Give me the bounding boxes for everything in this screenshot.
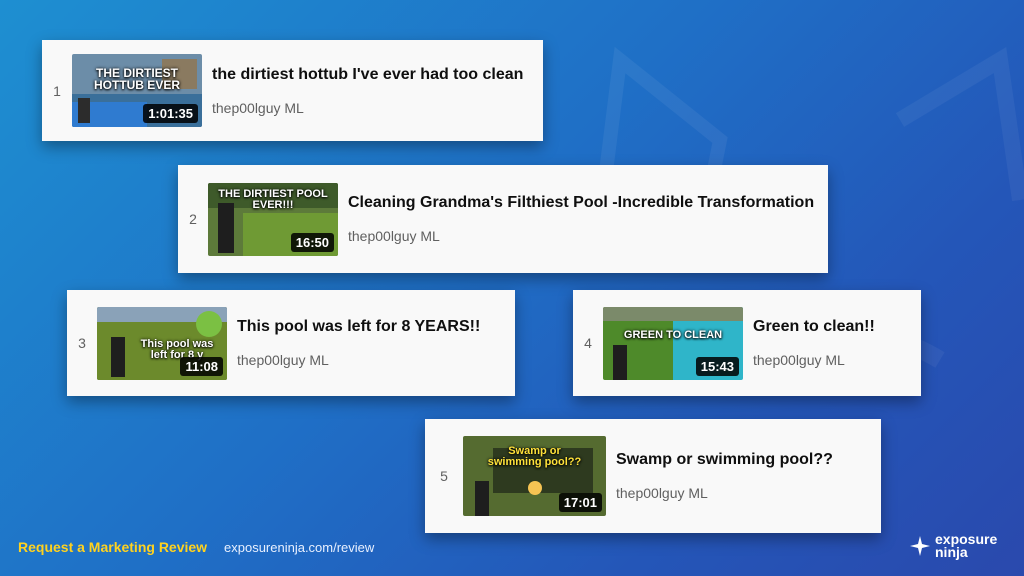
brand-logo: exposure ninja	[910, 532, 997, 560]
video-title[interactable]: Green to clean!!	[753, 318, 875, 336]
video-thumbnail[interactable]: THE DIRTIEST HOTTUB EVER 1:01:35	[72, 54, 202, 127]
video-thumbnail[interactable]: GREEN TO CLEAN 15:43	[603, 306, 743, 380]
video-duration: 16:50	[290, 232, 334, 252]
rank-number: 5	[440, 468, 448, 484]
brand-line-2: ninja	[935, 544, 968, 560]
video-thumbnail[interactable]: THE DIRTIEST POOL EVER!!! 16:50	[208, 182, 338, 256]
video-duration: 15:43	[695, 356, 739, 376]
video-duration: 11:08	[180, 356, 223, 376]
thumbnail-caption: THE DIRTIEST POOL EVER!!!	[218, 187, 328, 211]
video-card-3[interactable]: 3 This pool was left for 8 y 11:08 This …	[67, 290, 515, 396]
video-thumbnail[interactable]: Swamp or swimming pool?? 17:01	[463, 436, 606, 516]
rank-number: 3	[78, 335, 86, 351]
thumbnail-caption: Swamp or swimming pool??	[487, 445, 582, 468]
review-url-link[interactable]: exposureninja.com/review	[224, 540, 374, 555]
channel-name[interactable]: thep00lguy ML	[616, 485, 833, 501]
video-title[interactable]: This pool was left for 8 YEARS!!	[237, 318, 480, 336]
channel-name[interactable]: thep00lguy ML	[212, 100, 523, 116]
video-duration: 1:01:35	[143, 104, 198, 123]
video-thumbnail[interactable]: This pool was left for 8 y 11:08	[97, 306, 227, 380]
video-card-5[interactable]: 5 Swamp or swimming pool?? 17:01 Swamp o…	[425, 419, 881, 533]
marketing-review-cta[interactable]: Request a Marketing Review	[18, 539, 207, 555]
video-title[interactable]: the dirtiest hottub I've ever had too cl…	[212, 66, 523, 84]
video-card-2[interactable]: 2 THE DIRTIEST POOL EVER!!! 16:50 Cleani…	[178, 165, 828, 273]
rank-number: 2	[189, 211, 197, 227]
rank-number: 1	[53, 82, 61, 99]
thumbnail-caption: GREEN TO CLEAN	[623, 328, 723, 341]
ninja-star-icon	[910, 536, 930, 556]
channel-name[interactable]: thep00lguy ML	[237, 352, 480, 368]
video-title[interactable]: Swamp or swimming pool??	[616, 451, 833, 469]
video-title[interactable]: Cleaning Grandma's Filthiest Pool -Incre…	[348, 194, 814, 212]
channel-name[interactable]: thep00lguy ML	[348, 228, 814, 244]
video-card-1[interactable]: 1 THE DIRTIEST HOTTUB EVER 1:01:35 the d…	[42, 40, 543, 141]
rank-number: 4	[584, 335, 592, 351]
video-card-4[interactable]: 4 GREEN TO CLEAN 15:43 Green to clean!! …	[573, 290, 921, 396]
thumbnail-caption: THE DIRTIEST HOTTUB EVER	[93, 66, 180, 92]
channel-name[interactable]: thep00lguy ML	[753, 352, 875, 368]
video-duration: 17:01	[558, 493, 602, 512]
